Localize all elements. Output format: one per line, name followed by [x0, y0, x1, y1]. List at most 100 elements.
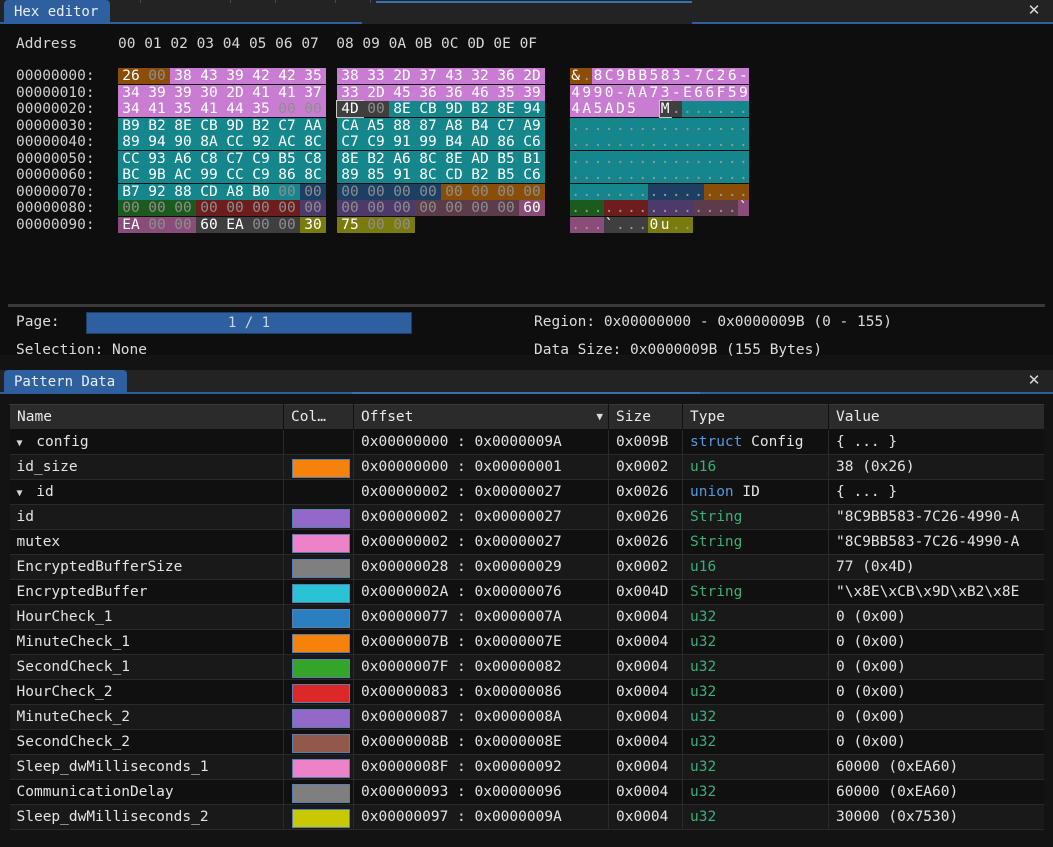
ascii-char[interactable]: .	[637, 184, 648, 200]
ascii-char[interactable]: .	[637, 134, 648, 150]
hex-byte[interactable]: B5	[274, 151, 300, 167]
hex-row-ascii[interactable]: &.8C9BB583-7C26-	[570, 68, 749, 84]
hex-byte[interactable]: 9D	[441, 101, 467, 117]
hex-byte[interactable]: C8	[300, 151, 326, 167]
cell-color[interactable]	[284, 580, 354, 605]
hex-byte[interactable]: 00	[274, 101, 300, 117]
ascii-char[interactable]: &	[570, 68, 581, 84]
ascii-char[interactable]: M	[660, 101, 671, 117]
hex-byte[interactable]: 00	[274, 200, 300, 216]
ascii-char[interactable]: A	[626, 85, 637, 101]
ascii-char[interactable]: 2	[715, 68, 726, 84]
table-row[interactable]: Sleep_dwMilliseconds_20x00000097 : 0x000…	[10, 805, 1053, 830]
hex-byte[interactable]: 94	[519, 101, 545, 117]
hex-row-bytes[interactable]: EA000060EA000030750000	[118, 217, 415, 233]
ascii-char[interactable]: .	[715, 134, 726, 150]
ascii-char[interactable]: .	[671, 134, 682, 150]
hex-byte[interactable]: 36	[441, 85, 467, 101]
ascii-char[interactable]: 3	[660, 85, 671, 101]
ascii-char[interactable]: .	[671, 101, 682, 117]
close-icon[interactable]: ✕	[1025, 2, 1043, 20]
cell-name[interactable]: EncryptedBuffer	[10, 580, 284, 605]
column-header-type[interactable]: Type	[683, 405, 829, 430]
hex-byte[interactable]: 39	[170, 85, 196, 101]
ascii-char[interactable]: C	[604, 68, 615, 84]
hex-byte[interactable]: 00	[441, 200, 467, 216]
hex-byte[interactable]: AC	[274, 134, 300, 150]
ascii-char[interactable]: .	[581, 200, 592, 216]
hex-byte[interactable]: AC	[170, 167, 196, 183]
ascii-char[interactable]: .	[570, 184, 581, 200]
hex-byte[interactable]: 2D	[389, 68, 415, 84]
ascii-char[interactable]: .	[592, 118, 603, 134]
ascii-char[interactable]: B	[637, 68, 648, 84]
column-header-value[interactable]: Value	[829, 405, 1053, 430]
ascii-char[interactable]: .	[615, 151, 626, 167]
hex-byte[interactable]: 89	[337, 167, 363, 183]
hex-row-bytes[interactable]: 00000000000000000000000000000060	[118, 200, 545, 216]
ascii-char[interactable]: 8	[660, 68, 671, 84]
ascii-char[interactable]: .	[727, 101, 738, 117]
cell-name[interactable]: SecondCheck_2	[10, 730, 284, 755]
hex-byte[interactable]: 90	[170, 134, 196, 150]
hex-byte[interactable]: 00	[144, 200, 170, 216]
hex-byte[interactable]: 00	[170, 217, 196, 233]
hex-byte[interactable]: 99	[196, 167, 222, 183]
cell-color[interactable]	[284, 530, 354, 555]
ascii-char[interactable]: .	[581, 151, 592, 167]
column-header-color[interactable]: Col…	[284, 405, 354, 430]
ascii-char[interactable]: .	[738, 184, 749, 200]
table-row[interactable]: HourCheck_20x00000083 : 0x000000860x0004…	[10, 680, 1053, 705]
hex-byte[interactable]: A6	[170, 151, 196, 167]
hex-byte[interactable]: B0	[248, 184, 274, 200]
ascii-char[interactable]: .	[715, 167, 726, 183]
ascii-char[interactable]: -	[738, 68, 749, 84]
hex-byte[interactable]: C7	[222, 151, 248, 167]
hex-byte[interactable]: C9	[248, 167, 274, 183]
hex-byte[interactable]: 9B	[144, 167, 170, 183]
ascii-char[interactable]: 6	[727, 68, 738, 84]
ascii-char[interactable]: .	[615, 118, 626, 134]
ascii-char[interactable]: .	[738, 167, 749, 183]
hex-byte[interactable]: 38	[170, 68, 196, 84]
hex-byte[interactable]: CD	[196, 184, 222, 200]
color-swatch[interactable]	[292, 584, 350, 603]
hex-row-ascii[interactable]: ................	[570, 118, 749, 134]
hex-byte[interactable]: 00	[363, 101, 389, 117]
cell-color[interactable]	[284, 455, 354, 480]
table-row[interactable]: MinuteCheck_20x00000087 : 0x0000008A0x00…	[10, 705, 1053, 730]
ascii-char[interactable]: .	[693, 101, 704, 117]
color-swatch[interactable]	[292, 734, 350, 753]
hex-byte[interactable]: 37	[300, 85, 326, 101]
cell-color[interactable]	[284, 505, 354, 530]
cell-name[interactable]: HourCheck_2	[10, 680, 284, 705]
hex-byte[interactable]: 43	[441, 68, 467, 84]
hex-row-ascii[interactable]: ................	[570, 151, 749, 167]
cell-color[interactable]	[284, 480, 354, 505]
hex-byte[interactable]: AA	[300, 118, 326, 134]
ascii-char[interactable]: .	[704, 118, 715, 134]
ascii-char[interactable]: .	[637, 217, 648, 233]
hex-byte[interactable]: 46	[467, 85, 493, 101]
hex-byte[interactable]: 45	[389, 85, 415, 101]
cell-color[interactable]	[284, 755, 354, 780]
hex-byte[interactable]: 00	[389, 200, 415, 216]
ascii-char[interactable]: .	[682, 200, 693, 216]
hex-byte[interactable]: 8C	[415, 167, 441, 183]
ascii-char[interactable]: .	[727, 151, 738, 167]
hex-byte[interactable]: 00	[337, 184, 363, 200]
table-row[interactable]: HourCheck_10x00000077 : 0x0000007A0x0004…	[10, 605, 1053, 630]
ascii-char[interactable]: .	[648, 101, 659, 117]
ascii-char[interactable]: .	[604, 200, 615, 216]
ascii-char[interactable]: .	[615, 184, 626, 200]
cell-color[interactable]	[284, 430, 354, 455]
cell-color[interactable]	[284, 605, 354, 630]
ascii-char[interactable]: E	[682, 85, 693, 101]
ascii-char[interactable]: .	[604, 167, 615, 183]
color-swatch[interactable]	[292, 809, 350, 828]
cell-color[interactable]	[284, 680, 354, 705]
hex-byte[interactable]: 2D	[363, 85, 389, 101]
hex-byte[interactable]: C6	[519, 134, 545, 150]
hex-byte[interactable]: 00	[144, 68, 170, 84]
ascii-char[interactable]: .	[738, 101, 749, 117]
